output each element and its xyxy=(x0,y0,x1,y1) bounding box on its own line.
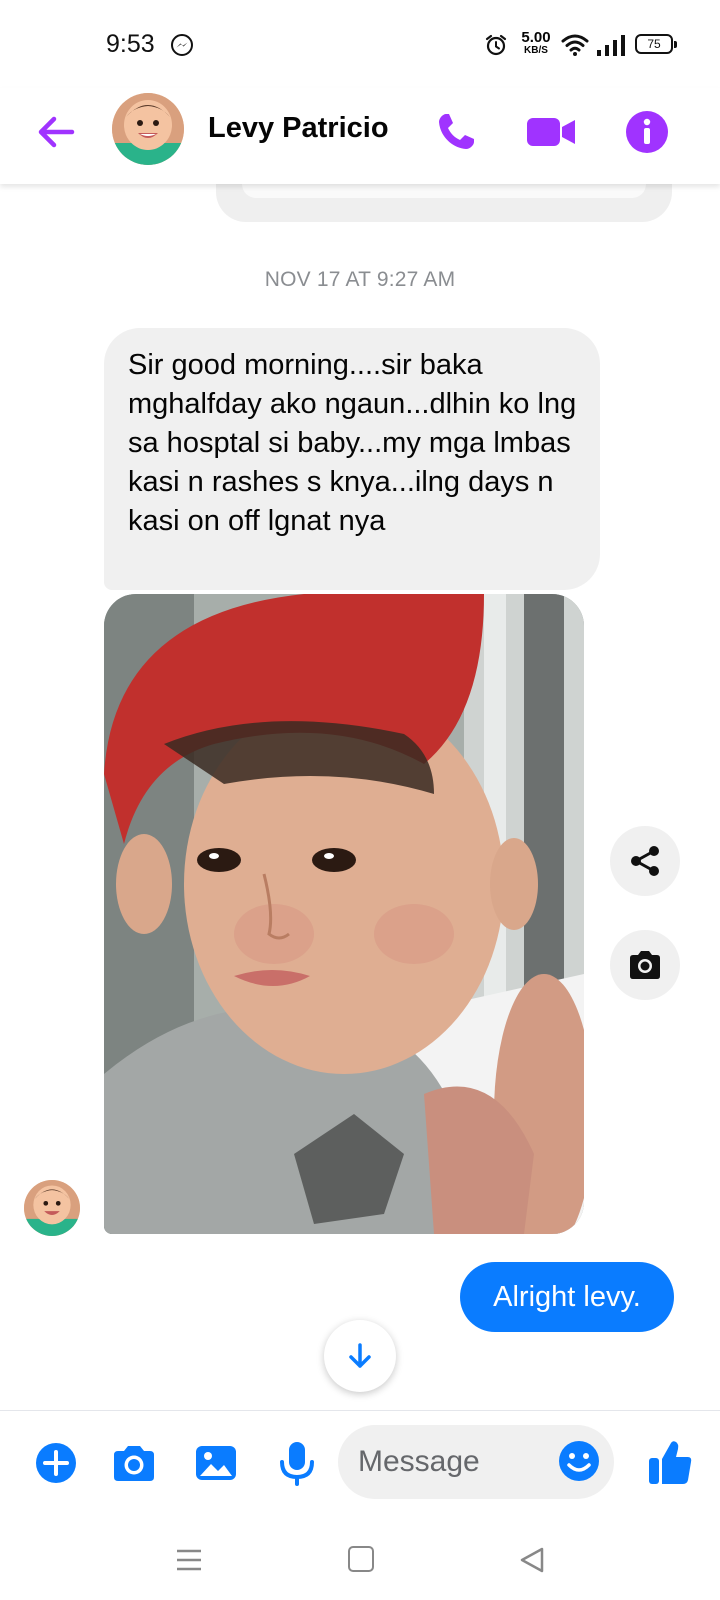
battery-indicator: 75 xyxy=(635,34,677,54)
contact-avatar[interactable] xyxy=(112,93,184,165)
phone-icon[interactable] xyxy=(432,108,480,156)
signal-icon xyxy=(597,35,625,56)
message-field[interactable] xyxy=(338,1425,614,1499)
contact-name[interactable]: Levy Patricio xyxy=(208,112,389,145)
outgoing-message-bubble[interactable]: Alright levy. xyxy=(460,1262,674,1332)
sender-avatar[interactable] xyxy=(24,1180,80,1236)
back-icon[interactable] xyxy=(518,1546,546,1574)
thumbs-up-icon[interactable] xyxy=(646,1437,694,1487)
home-icon[interactable] xyxy=(348,1546,374,1572)
system-navigation-bar xyxy=(0,1520,720,1600)
message-composer xyxy=(0,1411,720,1519)
menu-icon[interactable] xyxy=(176,1548,202,1572)
camera-icon xyxy=(630,951,660,979)
status-bar: 9:53 5.00 KB/S 75 xyxy=(0,0,720,88)
wifi-icon xyxy=(561,34,589,56)
chat-header: Levy Patricio xyxy=(0,88,720,184)
messenger-notification-icon xyxy=(171,34,193,56)
messenger-chat-screen: 9:53 5.00 KB/S 75 Levy Patricio NOV 17 A… xyxy=(0,0,720,1600)
emoji-icon[interactable] xyxy=(556,1438,602,1484)
incoming-photo[interactable] xyxy=(104,594,584,1234)
network-speed-unit: KB/S xyxy=(524,45,548,56)
share-icon xyxy=(631,846,659,876)
incoming-message-bubble[interactable]: Sir good morning....sir baka mghalfday a… xyxy=(104,328,600,590)
message-timestamp: NOV 17 AT 9:27 AM xyxy=(264,268,456,291)
message-input[interactable] xyxy=(358,1425,544,1499)
status-time: 9:53 xyxy=(106,30,155,58)
network-speed-value: 5.00 xyxy=(521,29,551,46)
back-arrow-icon[interactable] xyxy=(34,110,78,154)
microphone-icon[interactable] xyxy=(273,1439,321,1487)
camera-effects-button[interactable] xyxy=(610,930,680,1000)
scroll-to-bottom-button[interactable] xyxy=(324,1320,396,1392)
share-button[interactable] xyxy=(610,826,680,896)
network-speed: 5.00 KB/S xyxy=(516,30,556,56)
alarm-icon xyxy=(485,34,507,56)
info-icon[interactable] xyxy=(623,108,671,156)
video-camera-icon[interactable] xyxy=(525,110,577,154)
camera-icon[interactable] xyxy=(110,1439,158,1487)
arrow-down-icon xyxy=(349,1343,371,1368)
plus-icon[interactable] xyxy=(32,1439,80,1487)
gallery-icon[interactable] xyxy=(192,1439,240,1487)
